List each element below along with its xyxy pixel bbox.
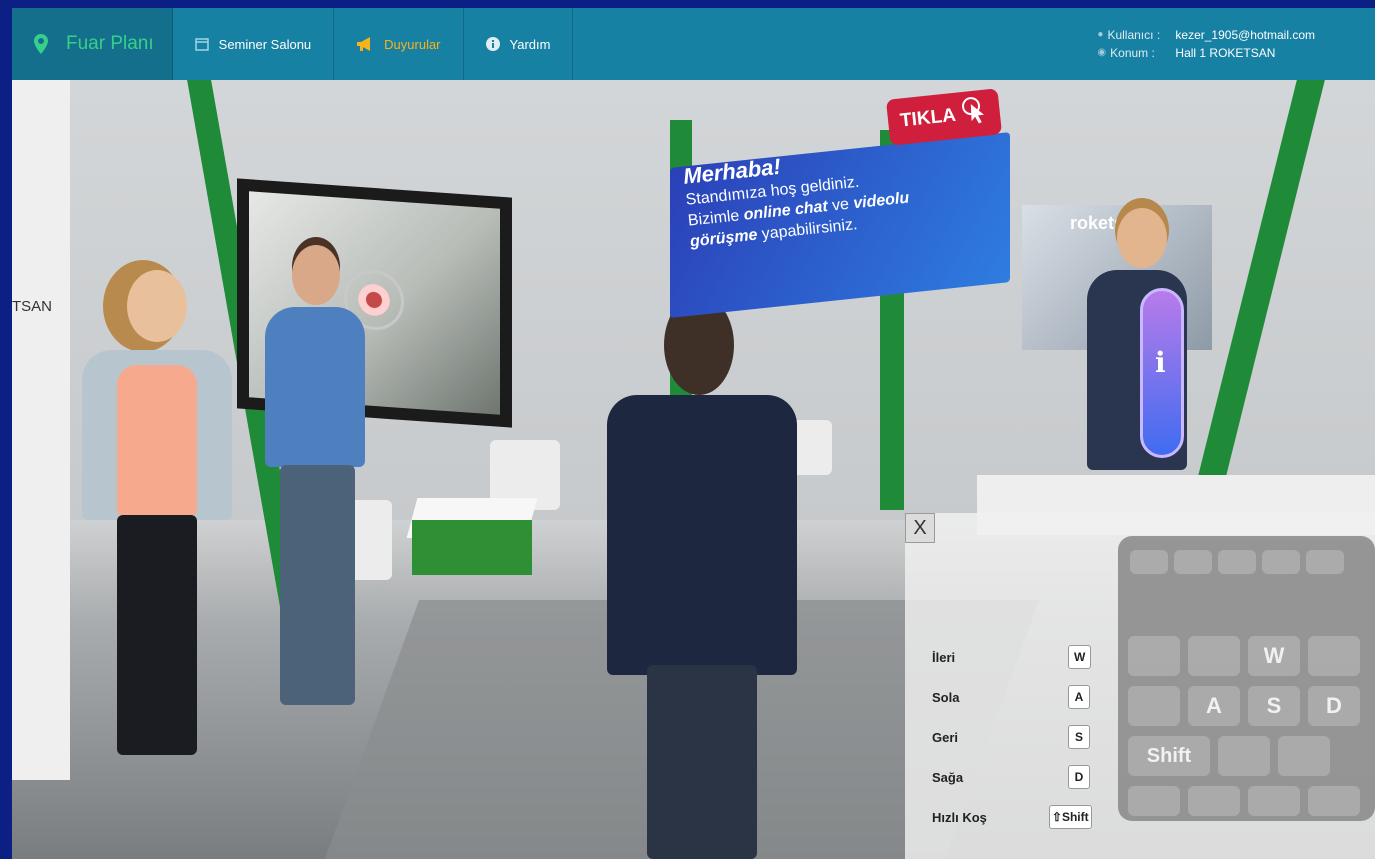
- location-pin-icon: [34, 34, 48, 54]
- side-sign-text: TSAN: [12, 298, 53, 315]
- user-info: ● Kullanıcı : kezer_1905@hotmail.com ◉ Kon…: [1097, 26, 1315, 62]
- fair-plan-label: Fuar Planı: [66, 33, 154, 54]
- visitor-avatar-woman[interactable]: [67, 270, 257, 770]
- user-email: kezer_1905@hotmail.com: [1175, 28, 1315, 42]
- location-value: Hall 1 ROKETSAN: [1175, 46, 1276, 60]
- kb-key-a: A: [1188, 686, 1240, 726]
- announcements-button[interactable]: Duyurular: [334, 8, 464, 80]
- location-icon: ◉: [1097, 47, 1107, 58]
- kb-key-s: S: [1248, 686, 1300, 726]
- key-w: W: [1068, 645, 1092, 669]
- keyboard-illustration: W A S D Shift: [1118, 536, 1375, 821]
- info-icon: [485, 37, 500, 51]
- user-label: Kullanıcı :: [1107, 28, 1161, 42]
- click-pointer-icon: [960, 95, 990, 134]
- key-shift: ⇧Shift: [1048, 805, 1092, 829]
- help-row-forward: İleri W: [932, 645, 1092, 669]
- key-a: A: [1068, 685, 1090, 709]
- help-button[interactable]: Yardım: [464, 8, 574, 80]
- key-s: S: [1068, 725, 1090, 749]
- calendar-icon: [194, 37, 209, 51]
- seminar-hall-button[interactable]: Seminer Salonu: [173, 8, 335, 80]
- help-row-back: Geri S: [932, 725, 1092, 749]
- help-label: Yardım: [509, 36, 551, 52]
- top-navigation: Fuar Planı Seminer Salonu Duyurular Yard…: [12, 8, 1375, 80]
- tikla-label: TIKLA: [899, 104, 957, 132]
- exhibition-viewport[interactable]: Fuar Planı Seminer Salonu Duyurular Yard…: [12, 8, 1375, 859]
- kb-key-d: D: [1308, 686, 1360, 726]
- announcements-label: Duyurular: [384, 36, 441, 52]
- kb-key-shift: Shift: [1128, 736, 1210, 776]
- help-row-left: Sola A: [932, 685, 1092, 709]
- coffee-table-base: [412, 520, 532, 575]
- fair-plan-button[interactable]: Fuar Planı: [12, 8, 173, 80]
- user-icon: ●: [1097, 29, 1104, 40]
- key-d: D: [1068, 765, 1090, 789]
- help-row-right: Sağa D: [932, 765, 1092, 789]
- close-help-button[interactable]: X: [905, 513, 935, 543]
- controls-help-panel: X İleri W Sola A Geri S Sağa D Hızlı Koş…: [905, 513, 1375, 859]
- player-avatar[interactable]: [592, 295, 812, 859]
- side-sign-panel: TSAN: [12, 80, 70, 780]
- info-i-icon: i: [1155, 346, 1166, 379]
- help-row-run: Hızlı Koş ⇧Shift: [932, 805, 1092, 829]
- location-label: Konum :: [1110, 46, 1155, 60]
- visitor-avatar-man[interactable]: [260, 245, 380, 725]
- kb-key-w: W: [1248, 636, 1300, 676]
- seminar-hall-label: Seminer Salonu: [218, 36, 312, 52]
- booth-info-marker[interactable]: i: [1140, 288, 1184, 458]
- megaphone-icon: [356, 37, 374, 51]
